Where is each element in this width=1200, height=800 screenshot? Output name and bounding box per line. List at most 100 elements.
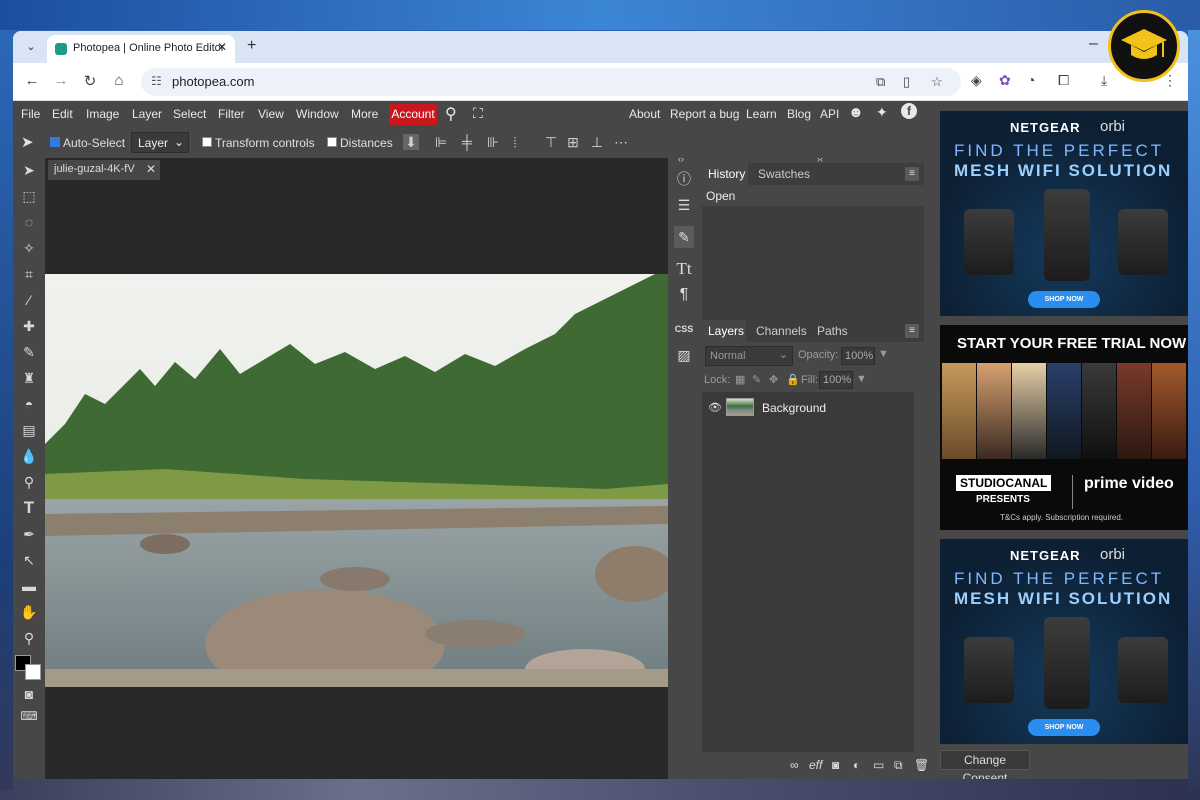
tab-history[interactable]: History bbox=[708, 167, 745, 181]
transform-controls-checkbox[interactable] bbox=[202, 137, 212, 147]
marquee-tool-icon[interactable]: ⬚ bbox=[19, 186, 39, 206]
paragraph-icon[interactable]: ¶ bbox=[674, 284, 694, 306]
search-icon[interactable]: ⚲ bbox=[445, 104, 457, 124]
move-tool-icon[interactable]: ➤ bbox=[19, 160, 39, 180]
align-center-icon[interactable]: ╪ bbox=[459, 134, 475, 150]
panel-menu-icon[interactable]: ≡ bbox=[905, 167, 919, 181]
close-tab-icon[interactable]: ✕ bbox=[217, 40, 227, 54]
quick-mask-icon[interactable]: ◙ bbox=[19, 684, 39, 704]
fill-dropdown-icon[interactable]: ▼ bbox=[856, 373, 867, 385]
eyedropper-tool-icon[interactable]: ⁄ bbox=[19, 290, 39, 310]
keyboard-icon[interactable]: ⌨ bbox=[19, 706, 39, 726]
lock-pixels-icon[interactable]: ▦ bbox=[735, 373, 745, 386]
info-icon[interactable]: ⓘ bbox=[674, 168, 694, 190]
path-select-tool-icon[interactable]: ↖ bbox=[19, 550, 39, 570]
bookmark-star-icon[interactable]: ☆ bbox=[931, 74, 943, 90]
align-bottom-icon[interactable]: ⊥ bbox=[589, 134, 605, 150]
dodge-tool-icon[interactable]: ⚲ bbox=[19, 472, 39, 492]
hand-tool-icon[interactable]: ✋ bbox=[19, 602, 39, 622]
image-icon[interactable]: ▨ bbox=[674, 344, 694, 366]
menu-select[interactable]: Select bbox=[173, 107, 206, 121]
shop-now-button[interactable]: SHOP NOW bbox=[1028, 291, 1100, 308]
align-right-icon[interactable]: ⊪ bbox=[485, 134, 501, 150]
eraser-tool-icon[interactable]: ◓ bbox=[19, 394, 39, 414]
blend-mode-dropdown[interactable]: Normal ⌄ bbox=[705, 346, 793, 366]
fullscreen-icon[interactable]: ⛶ bbox=[473, 105, 483, 122]
twitter-icon[interactable]: ✦ bbox=[876, 104, 888, 121]
tab-paths[interactable]: Paths bbox=[817, 324, 848, 338]
close-document-icon[interactable]: ✕ bbox=[146, 162, 156, 176]
tab-layers[interactable]: Layers bbox=[708, 324, 744, 338]
change-consent-button[interactable]: Change Consent bbox=[940, 750, 1030, 779]
menu-file[interactable]: File bbox=[21, 107, 40, 121]
lasso-tool-icon[interactable]: ◌ bbox=[19, 212, 39, 232]
netgear-ad-top[interactable]: NETGEAR orbi FIND THE PERFECT MESH WIFI … bbox=[940, 111, 1188, 316]
align-top-icon[interactable]: ⊤ bbox=[543, 134, 559, 150]
forward-icon[interactable]: → bbox=[52, 72, 70, 89]
download-arrow-icon[interactable]: ⬇ bbox=[403, 134, 419, 150]
menu-api[interactable]: API bbox=[820, 107, 839, 121]
distribute-icon[interactable]: ⦙ bbox=[507, 134, 523, 150]
lock-all-icon[interactable]: 🔒 bbox=[786, 373, 800, 386]
omnibox[interactable]: ☷ photopea.com ⧉ ▯ ☆ bbox=[141, 68, 961, 96]
canvas-image[interactable] bbox=[45, 274, 668, 687]
opacity-dropdown-icon[interactable]: ▼ bbox=[878, 348, 889, 360]
type-tool-icon[interactable]: T bbox=[19, 498, 39, 518]
tab-search-icon[interactable]: ⌄ bbox=[21, 37, 41, 57]
effects-icon[interactable]: eff bbox=[809, 758, 822, 772]
css-icon[interactable]: CSS bbox=[674, 318, 694, 340]
opacity-input[interactable]: 100% bbox=[841, 347, 875, 365]
align-middle-icon[interactable]: ⊞ bbox=[565, 134, 581, 150]
tab-swatches[interactable]: Swatches bbox=[758, 167, 810, 181]
shape-tool-icon[interactable]: ▬ bbox=[19, 576, 39, 596]
align-left-icon[interactable]: ⊫ bbox=[433, 134, 449, 150]
tab-channels[interactable]: Channels bbox=[756, 324, 807, 338]
collapse-arrows-icon[interactable]: ‹› bbox=[678, 154, 684, 164]
menu-learn[interactable]: Learn bbox=[746, 107, 777, 121]
new-layer-icon[interactable]: ⧉ bbox=[894, 758, 903, 773]
download-icon[interactable]: ⤓ bbox=[1101, 72, 1107, 89]
menu-more[interactable]: More bbox=[351, 107, 378, 121]
visibility-eye-icon[interactable]: 👁 bbox=[708, 401, 722, 414]
adjustments-sliders-icon[interactable]: ☰ bbox=[674, 194, 694, 216]
menu-edit[interactable]: Edit bbox=[52, 107, 73, 121]
folder-icon[interactable]: ▭ bbox=[873, 758, 884, 772]
menu-layer[interactable]: Layer bbox=[132, 107, 162, 121]
reload-icon[interactable]: ↻ bbox=[81, 72, 99, 90]
lock-position-icon[interactable]: ✥ bbox=[769, 373, 778, 386]
auto-select-checkbox[interactable] bbox=[50, 137, 60, 147]
browser-tab-active[interactable]: Photopea | Online Photo Editor ✕ bbox=[47, 35, 235, 63]
lock-paint-icon[interactable]: ✎ bbox=[752, 373, 761, 386]
distribute-vertical-icon[interactable]: ⋯ bbox=[613, 134, 629, 150]
menu-about[interactable]: About bbox=[629, 107, 660, 121]
menu-image[interactable]: Image bbox=[86, 107, 119, 121]
magic-wand-tool-icon[interactable]: ✧ bbox=[19, 238, 39, 258]
facebook-icon[interactable]: f bbox=[901, 103, 917, 119]
back-icon[interactable]: ← bbox=[23, 72, 41, 89]
brush-settings-icon[interactable]: ✎ bbox=[674, 226, 694, 248]
extension-cup-icon[interactable]: ◔ bbox=[1027, 72, 1035, 88]
reddit-icon[interactable]: ☻ bbox=[848, 104, 864, 121]
new-tab-icon[interactable]: + bbox=[247, 37, 256, 55]
background-color-swatch[interactable] bbox=[25, 664, 41, 680]
extensions-puzzle-icon[interactable]: ⧠ bbox=[1058, 72, 1069, 89]
menu-blog[interactable]: Blog bbox=[787, 107, 811, 121]
brush-tool-icon[interactable]: ✎ bbox=[19, 342, 39, 362]
healing-tool-icon[interactable]: ✚ bbox=[19, 316, 39, 336]
gradient-tool-icon[interactable]: ▤ bbox=[19, 420, 39, 440]
zoom-tool-icon[interactable]: ⚲ bbox=[19, 628, 39, 648]
extension-flower-icon[interactable]: ✿ bbox=[999, 72, 1011, 89]
extension-layers-icon[interactable]: ◈ bbox=[971, 72, 982, 89]
stamp-tool-icon[interactable]: ♜ bbox=[19, 368, 39, 388]
mask-icon[interactable]: ◙ bbox=[832, 758, 839, 772]
crop-tool-icon[interactable]: ⌗ bbox=[19, 264, 39, 284]
layer-select-dropdown[interactable]: Layer ⌄ bbox=[131, 132, 189, 153]
page-icon[interactable]: ▯ bbox=[903, 74, 910, 90]
minimize-icon[interactable]: – bbox=[1089, 35, 1098, 53]
adjustment-icon[interactable]: ◐ bbox=[853, 758, 860, 772]
menu-window[interactable]: Window bbox=[296, 107, 339, 121]
menu-filter[interactable]: Filter bbox=[218, 107, 245, 121]
install-app-icon[interactable]: ⧉ bbox=[876, 74, 885, 90]
studiocanal-ad[interactable]: START YOUR FREE TRIAL NOW STUDIOCANAL PR… bbox=[940, 325, 1188, 530]
distances-checkbox[interactable] bbox=[327, 137, 337, 147]
